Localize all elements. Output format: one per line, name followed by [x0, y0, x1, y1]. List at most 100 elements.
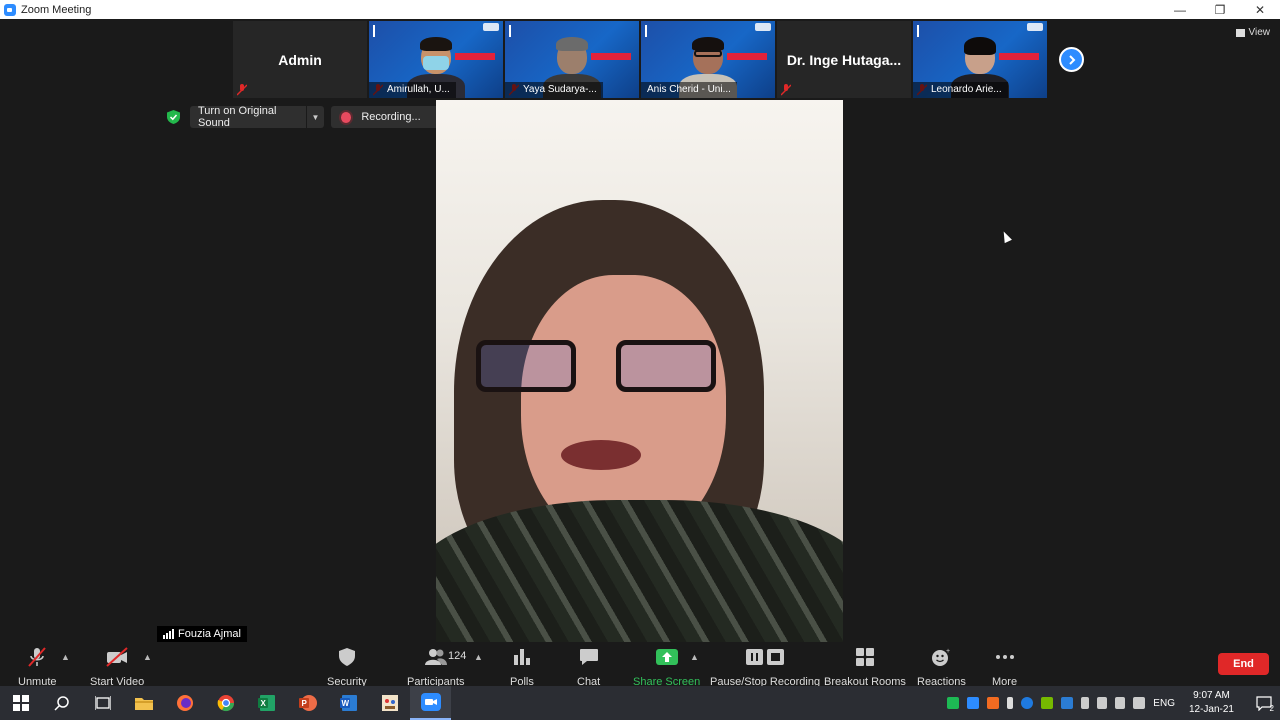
speaker-name-tag: Fouzia Ajmal — [157, 626, 247, 642]
active-speaker-video — [436, 100, 843, 642]
tray-speaker-icon[interactable] — [1115, 697, 1126, 709]
shield-icon — [338, 646, 355, 668]
system-tray: ENG 9:07 AM 12-Jan-21 2 — [943, 686, 1280, 720]
clock-date: 12-Jan-21 — [1188, 704, 1234, 715]
participant-name: Leonardo Arie... — [913, 82, 1008, 98]
paint-app-icon[interactable] — [369, 686, 410, 720]
svg-text:+: + — [946, 648, 950, 655]
tray-app-icon[interactable] — [947, 697, 960, 709]
participant-name: Admin — [278, 51, 322, 68]
breakout-rooms-button[interactable]: Breakout Rooms — [824, 646, 906, 688]
participant-tile-admin[interactable]: Admin — [233, 21, 367, 98]
search-icon[interactable] — [41, 686, 82, 720]
share-options-caret[interactable]: ▲ — [690, 652, 699, 662]
original-sound-button[interactable]: Turn on Original Sound ▼ — [190, 105, 324, 129]
tray-power-icon[interactable] — [1097, 697, 1108, 709]
recording-dot-icon — [341, 111, 352, 123]
reactions-icon: + — [931, 646, 951, 668]
participant-tile-leonardo[interactable]: Leonardo Arie... — [913, 21, 1047, 98]
pause-stop-icon — [745, 646, 785, 668]
video-options-caret[interactable]: ▲ — [143, 652, 152, 662]
reactions-button[interactable]: + Reactions — [917, 646, 966, 688]
next-page-button[interactable] — [1059, 47, 1084, 72]
participant-tile-amirullah[interactable]: Amirullah, U... — [369, 21, 503, 98]
breakout-rooms-icon — [855, 646, 874, 668]
participants-icon — [424, 646, 447, 668]
notification-center-button[interactable]: 2 — [1248, 686, 1280, 720]
start-menu-windows-icon[interactable] — [0, 686, 41, 720]
tray-wifi-icon[interactable] — [1133, 697, 1146, 709]
participant-strip: Admin Amirullah, U... Yaya Sudarya-... A… — [233, 21, 1047, 98]
muted-mic-icon — [26, 646, 48, 668]
status-icon — [1027, 23, 1043, 31]
firefox-icon[interactable] — [164, 686, 205, 720]
meeting-control-bar: Unmute ▲ Start Video ▲ Security Particip… — [0, 642, 1280, 688]
tray-usb-icon[interactable] — [1007, 697, 1014, 709]
original-sound-label: Turn on Original Sound — [198, 105, 277, 129]
start-video-button[interactable]: Start Video — [90, 646, 144, 688]
powerpoint-icon[interactable]: P — [287, 686, 328, 720]
participants-count: 124 — [448, 650, 467, 662]
audio-options-caret[interactable]: ▲ — [61, 652, 70, 662]
end-meeting-button[interactable]: End — [1218, 653, 1269, 675]
minimize-button[interactable]: — — [1160, 0, 1200, 19]
chrome-icon[interactable] — [205, 686, 246, 720]
file-explorer-icon[interactable] — [123, 686, 164, 720]
restore-button[interactable]: ❐ — [1200, 0, 1240, 19]
tray-nvidia-icon[interactable] — [1041, 697, 1054, 709]
participant-tile-anis[interactable]: Anis Cherid - Uni... — [641, 21, 775, 98]
svg-text:W: W — [341, 699, 349, 708]
status-icon — [483, 23, 499, 31]
status-icon — [755, 23, 771, 31]
language-indicator[interactable]: ENG — [1153, 698, 1175, 709]
muted-mic-icon — [237, 84, 247, 96]
chevron-right-icon — [1068, 54, 1075, 65]
clock[interactable]: 9:07 AM 12-Jan-21 — [1189, 689, 1234, 717]
participant-name: Amirullah, U... — [369, 82, 456, 98]
participant-tile-yaya[interactable]: Yaya Sudarya-... — [505, 21, 639, 98]
excel-icon[interactable]: X — [246, 686, 287, 720]
close-button[interactable]: ✕ — [1240, 0, 1280, 19]
encryption-shield-icon[interactable] — [167, 110, 180, 124]
svg-text:X: X — [260, 699, 266, 708]
word-icon[interactable]: W — [328, 686, 369, 720]
zoom-app-icon — [4, 3, 16, 16]
chevron-down-icon[interactable]: ▼ — [306, 106, 324, 128]
participant-name: Anis Cherid - Uni... — [641, 82, 737, 98]
clock-time: 9:07 AM — [1193, 690, 1230, 701]
participants-options-caret[interactable]: ▲ — [474, 652, 483, 662]
video-off-icon — [105, 646, 129, 668]
windows-taskbar: X P W ENG 9:07 AM 12-Jan-21 2 — [0, 686, 1280, 720]
tray-bluetooth-icon[interactable] — [1021, 697, 1034, 709]
more-dots-icon — [995, 646, 1015, 668]
share-screen-icon — [655, 646, 678, 668]
security-button[interactable]: Security — [327, 646, 367, 688]
tray-word-icon[interactable] — [1061, 697, 1074, 709]
tray-app-icon[interactable] — [987, 697, 1000, 709]
svg-text:P: P — [301, 699, 307, 708]
tray-zoom-icon[interactable] — [967, 697, 980, 709]
polls-button[interactable]: Polls — [510, 646, 534, 688]
unmute-button[interactable]: Unmute — [18, 646, 57, 688]
window-controls: — ❐ ✕ — [1160, 0, 1280, 19]
view-label: View — [1248, 27, 1271, 38]
task-view-icon[interactable] — [82, 686, 123, 720]
pause-stop-recording-button[interactable]: Pause/Stop Recording — [710, 646, 820, 688]
title-bar: Zoom Meeting — ❐ ✕ — [0, 0, 1280, 19]
tray-battery-icon[interactable] — [1081, 697, 1090, 709]
chat-button[interactable]: Chat — [577, 646, 600, 688]
notification-count: 2 — [1269, 704, 1274, 713]
muted-mic-icon — [781, 84, 791, 96]
gallery-view-icon — [1235, 28, 1245, 37]
meeting-area: Admin Amirullah, U... Yaya Sudarya-... A… — [0, 19, 1280, 642]
speaker-glasses — [476, 328, 746, 396]
zoom-taskbar-icon[interactable] — [410, 686, 451, 720]
signal-bars-icon — [163, 629, 174, 639]
participant-tile-dr-inge[interactable]: Dr. Inge Hutaga... — [777, 21, 911, 98]
chat-icon — [579, 646, 599, 668]
more-button[interactable]: More — [992, 646, 1017, 688]
mouse-cursor-icon — [1000, 229, 1012, 244]
participant-name: Yaya Sudarya-... — [505, 82, 603, 98]
view-button[interactable]: View — [1235, 27, 1271, 38]
participant-name: Dr. Inge Hutaga... — [786, 51, 902, 68]
